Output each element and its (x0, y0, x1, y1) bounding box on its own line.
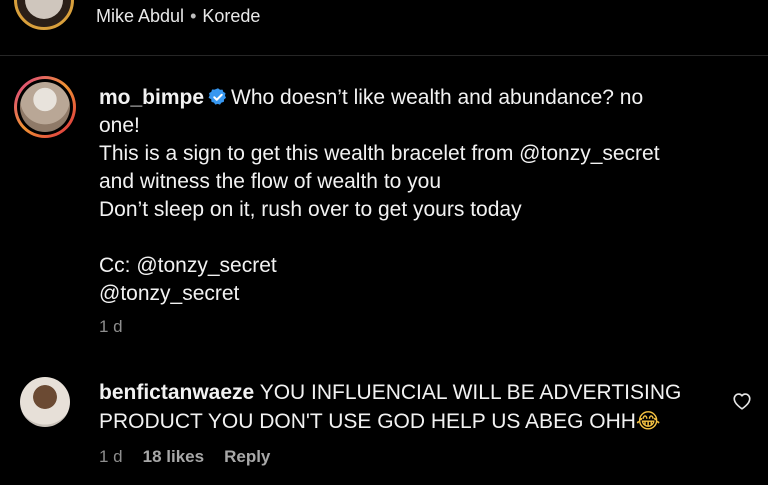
comment-meta: 1 d 18 likes Reply (99, 447, 270, 467)
top-name-2[interactable]: Korede (202, 6, 260, 26)
heart-icon[interactable] (732, 392, 752, 410)
top-avatar[interactable] (14, 0, 74, 30)
caption-line-6: Cc: @tonzy_secret (99, 254, 277, 277)
post-caption: mo_bimpe Who doesn’t like wealth and abun… (99, 84, 739, 308)
caption-line-4: and witness the flow of wealth to you (99, 170, 442, 193)
top-name-1[interactable]: Mike Abdul (96, 6, 184, 26)
caption-line-2: one! (99, 114, 140, 137)
verified-badge-icon (208, 88, 227, 105)
caption-line-3: This is a sign to get this wealth bracel… (99, 142, 660, 165)
caption-line-5: Don’t sleep on it, rush over to get your… (99, 198, 522, 221)
more-icon[interactable] (694, 0, 754, 10)
post-author-avatar[interactable] (14, 76, 76, 138)
post-username[interactable]: mo_bimpe (99, 86, 204, 109)
comment-line-1: YOU INFLUENCIAL WILL BE ADVERTISING (259, 381, 682, 404)
caption-line-1: Who doesn’t like wealth and abundance? n… (231, 86, 644, 109)
comment-likes[interactable]: 18 likes (143, 447, 204, 467)
top-separator: • (190, 6, 197, 26)
comment-time: 1 d (99, 447, 123, 466)
comment-text: benfictanwaeze YOU INFLUENCIAL WILL BE A… (99, 379, 719, 436)
comment-username[interactable]: benfictanwaeze (99, 381, 254, 404)
top-names: Mike Abdul • Korede (96, 6, 260, 27)
divider (0, 55, 768, 56)
laughing-emoji: 😂 (635, 409, 661, 433)
post-time: 1 d (99, 317, 123, 336)
comment-line-2: PRODUCT YOU DON'T USE GOD HELP US ABEG O… (99, 410, 636, 433)
comment-author-avatar[interactable] (20, 377, 70, 427)
reply-button[interactable]: Reply (224, 447, 270, 467)
caption-line-7: @tonzy_secret (99, 282, 240, 305)
